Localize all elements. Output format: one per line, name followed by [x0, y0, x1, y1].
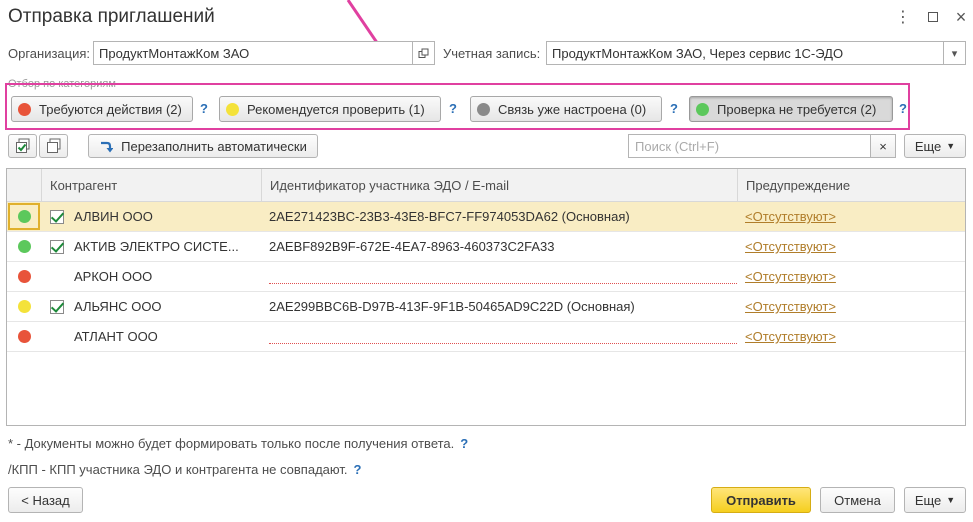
red-status-icon — [17, 270, 31, 283]
green-status-icon — [696, 102, 709, 116]
check-all-icon — [15, 138, 29, 153]
filter-chip-recommended-check[interactable]: Рекомендуется проверить (1) — [219, 96, 441, 122]
row-checkbox[interactable] — [50, 292, 64, 321]
counterparty-name: АТЛАНТ ООО — [74, 329, 158, 344]
table-row[interactable]: АЛЬЯНС ООО 2AE299BBC6B-D97B-413F-9F1B-50… — [7, 292, 965, 322]
close-icon[interactable]: × — [950, 6, 972, 28]
refill-arrow-icon — [101, 141, 114, 153]
chip-label: Требуются действия (2) — [39, 101, 182, 117]
close-icon: × — [879, 138, 887, 154]
counterparty-name: АЛВИН ООО — [74, 209, 153, 224]
filter-chip-action-required[interactable]: Требуются действия (2) — [11, 96, 193, 122]
green-status-icon — [17, 210, 31, 223]
account-label: Учетная запись: — [443, 46, 541, 61]
yellow-status-icon — [226, 102, 239, 116]
org-label: Организация: — [8, 46, 91, 61]
column-header-identifier[interactable]: Идентификатор участника ЭДО / E-mail — [261, 169, 737, 202]
chip-label: Связь уже настроена (0) — [498, 101, 647, 117]
chip-label: Рекомендуется проверить (1) — [247, 101, 425, 117]
account-field[interactable]: ПродуктМонтажКом ЗАО, Через сервис 1С-ЭД… — [546, 41, 944, 65]
table-row[interactable]: АРКОН ООО <Отсутствуют> — [7, 262, 965, 292]
status-cell — [7, 322, 41, 351]
table-row[interactable]: АЛВИН ООО 2AE271423BC-23B3-43E8-BFC7-FF9… — [7, 202, 965, 232]
status-cell — [7, 232, 41, 261]
warning-link[interactable]: <Отсутствуют> — [745, 292, 836, 321]
row-checkbox[interactable] — [50, 202, 64, 231]
org-field[interactable]: ПродуктМонтажКом ЗАО — [93, 41, 413, 65]
green-status-icon — [17, 240, 31, 253]
help-icon[interactable]: ? — [449, 101, 457, 116]
warning-link[interactable]: <Отсутствуют> — [745, 232, 836, 261]
red-status-icon — [17, 330, 31, 343]
table-header: Контрагент Идентификатор участника ЭДО /… — [7, 169, 965, 202]
check-all-button[interactable] — [8, 134, 37, 158]
checkbox-checked-icon — [50, 299, 64, 314]
help-icon[interactable]: ? — [899, 101, 907, 116]
dropdown-button[interactable]: ▾ — [944, 41, 966, 65]
yellow-status-icon — [17, 300, 31, 313]
edo-identifier: 2AE299BBC6B-D97B-413F-9F1B-50465AD9C22D … — [269, 299, 635, 314]
help-icon[interactable]: ? — [200, 101, 208, 116]
help-icon[interactable]: ? — [670, 101, 678, 116]
edo-identifier: 2AEBF892B9F-672E-4EA7-8963-460373C2FA33 — [269, 239, 555, 254]
chevron-down-icon: ▼ — [946, 495, 956, 505]
edo-identifier: 2AE271423BC-23B3-43E8-BFC7-FF974053DA62 … — [269, 209, 630, 224]
filter-chip-already-connected[interactable]: Связь уже настроена (0) — [470, 96, 662, 122]
back-button[interactable]: < Назад — [8, 487, 83, 513]
checkbox-checked-icon — [50, 239, 64, 254]
empty-identifier-field[interactable] — [269, 283, 737, 284]
row-checkbox[interactable] — [50, 232, 64, 261]
org-value: ПродуктМонтажКом ЗАО — [99, 45, 250, 61]
window-title: Отправка приглашений — [8, 6, 215, 27]
more-label: Еще — [914, 492, 942, 508]
footer-more-button[interactable]: Еще ▼ — [904, 487, 966, 513]
warning-link[interactable]: <Отсутствуют> — [745, 262, 836, 291]
note-documents: * - Документы можно будет формировать то… — [8, 436, 469, 451]
more-menu-button[interactable]: Еще ▼ — [904, 134, 966, 158]
help-icon[interactable]: ? — [460, 436, 468, 451]
open-icon[interactable] — [413, 41, 435, 65]
clear-search-button[interactable]: × — [871, 134, 896, 158]
chevron-down-icon: ▼ — [946, 141, 956, 151]
chevron-down-icon: ▾ — [951, 47, 958, 60]
filter-chip-no-check-required[interactable]: Проверка не требуется (2) — [689, 96, 893, 122]
table-row[interactable]: АКТИВ ЭЛЕКТРО СИСТЕ... 2AEBF892B9F-672E-… — [7, 232, 965, 262]
checkbox-checked-icon — [50, 209, 64, 224]
column-header-counterparty[interactable]: Контрагент — [41, 169, 261, 202]
table-row[interactable]: АТЛАНТ ООО <Отсутствуют> — [7, 322, 965, 352]
warning-link[interactable]: <Отсутствуют> — [745, 202, 836, 231]
square-icon[interactable] — [922, 6, 944, 28]
chip-label: Проверка не требуется (2) — [717, 101, 877, 117]
refill-automatically-button[interactable]: Перезаполнить автоматически — [88, 134, 318, 158]
counterparty-name: АКТИВ ЭЛЕКТРО СИСТЕ... — [74, 239, 239, 254]
refill-label: Перезаполнить автоматически — [121, 138, 307, 154]
help-icon[interactable]: ? — [353, 462, 361, 477]
status-cell — [7, 262, 41, 291]
gray-status-icon — [477, 102, 490, 116]
search-input[interactable] — [628, 134, 871, 158]
cancel-button[interactable]: Отмена — [820, 487, 895, 513]
status-cell — [7, 292, 41, 321]
note-kpp: /КПП - КПП участника ЭДО и контрагента н… — [8, 462, 362, 477]
counterparty-name: АРКОН ООО — [74, 269, 153, 284]
send-button[interactable]: Отправить — [711, 487, 811, 513]
uncheck-all-icon — [46, 138, 60, 153]
status-cell — [7, 202, 41, 231]
empty-identifier-field[interactable] — [269, 343, 737, 344]
uncheck-all-button[interactable] — [39, 134, 68, 158]
column-header-warning[interactable]: Предупреждение — [737, 169, 965, 202]
more-label: Еще — [914, 138, 942, 154]
counterparty-name: АЛЬЯНС ООО — [74, 299, 162, 314]
account-value: ПродуктМонтажКом ЗАО, Через сервис 1С-ЭД… — [552, 45, 844, 61]
vertical-dots-icon[interactable]: ⋮ — [892, 6, 914, 28]
warning-link[interactable]: <Отсутствуют> — [745, 322, 836, 351]
counterparty-table: Контрагент Идентификатор участника ЭДО /… — [6, 168, 966, 426]
red-status-icon — [18, 102, 31, 116]
